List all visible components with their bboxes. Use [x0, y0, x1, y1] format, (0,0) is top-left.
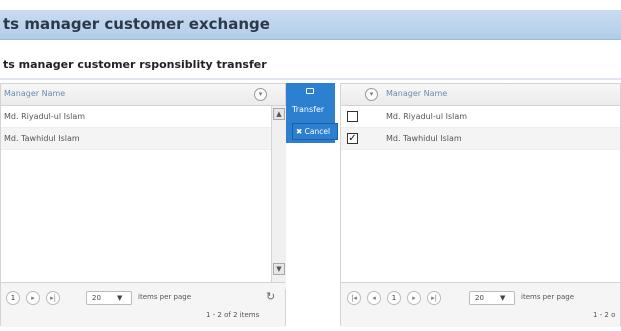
table-row[interactable]: Md. Riyadul-ul Islam [1, 106, 285, 128]
grid-header: Manager Name ▾ [1, 84, 285, 106]
grid-header: ▾ Manager Name [341, 84, 620, 106]
grid-pager: |◂ ◂ 1 ▸ ▸| 20 ▼ items per page 1 - 2 o [341, 282, 620, 327]
section-divider [0, 78, 621, 80]
window-title-bar: ts manager customer exchange [0, 10, 621, 40]
items-per-page-label: items per page [521, 293, 575, 301]
refresh-icon[interactable]: ↻ [266, 290, 275, 303]
last-page-icon[interactable]: ▸| [427, 291, 441, 305]
pager-summary: 1 - 2 o [593, 311, 616, 319]
page-number-button[interactable]: 1 [6, 291, 20, 305]
source-manager-grid: Manager Name ▾ Md. Riyadul-ul Islam Md. … [0, 83, 286, 327]
target-manager-grid: ▾ Manager Name Md. Riyadul-ul Islam ✓ Md… [340, 83, 621, 327]
chevron-down-icon: ▼ [117, 294, 123, 302]
page-title: ts manager customer exchange [3, 15, 270, 33]
row-checkbox[interactable] [347, 111, 358, 122]
cancel-button[interactable]: ✖ Cancel [292, 123, 338, 140]
filter-icon[interactable]: ▾ [365, 88, 378, 101]
table-row[interactable]: Md. Tawhidul Islam [1, 128, 285, 150]
manager-name-cell: Md. Tawhidul Islam [4, 134, 80, 143]
next-page-icon[interactable]: ▸ [407, 291, 421, 305]
items-per-page-label: items per page [138, 293, 192, 301]
section-title: ts manager customer rsponsiblity transfe… [3, 58, 267, 71]
last-page-icon[interactable]: ▸| [46, 291, 60, 305]
table-row[interactable]: Md. Riyadul-ul Islam [341, 106, 620, 128]
column-header-manager-name[interactable]: Manager Name [4, 89, 65, 98]
next-page-icon[interactable]: ▸ [26, 291, 40, 305]
transfer-icon [306, 88, 314, 94]
column-header-manager-name[interactable]: Manager Name [386, 89, 447, 98]
table-row[interactable]: ✓ Md. Tawhidul Islam [341, 128, 620, 150]
filter-icon[interactable]: ▾ [254, 88, 267, 101]
chevron-down-icon: ▼ [500, 294, 506, 302]
manager-name-cell: Md. Tawhidul Islam [386, 134, 462, 143]
scroll-down-icon[interactable]: ▼ [273, 263, 285, 275]
row-checkbox[interactable]: ✓ [347, 133, 358, 144]
grid-pager: 1 ▸ ▸| 20 ▼ items per page ↻ 1 - 2 of 2 … [1, 282, 285, 327]
page-size-value: 20 [92, 294, 101, 302]
transfer-label: Transfer [292, 105, 325, 114]
page-number-button[interactable]: 1 [387, 291, 401, 305]
scroll-up-icon[interactable]: ▲ [273, 108, 285, 120]
manager-name-cell: Md. Riyadul-ul Islam [386, 112, 468, 121]
manager-name-cell: Md. Riyadul-ul Islam [4, 112, 86, 121]
page-size-select[interactable]: 20 ▼ [469, 291, 515, 305]
page-size-select[interactable]: 20 ▼ [86, 291, 132, 305]
page-size-value: 20 [475, 294, 484, 302]
first-page-icon[interactable]: |◂ [347, 291, 361, 305]
vertical-scrollbar[interactable]: ▲ ▼ [271, 106, 286, 289]
pager-summary: 1 - 2 of 2 items [206, 311, 260, 319]
prev-page-icon[interactable]: ◂ [367, 291, 381, 305]
